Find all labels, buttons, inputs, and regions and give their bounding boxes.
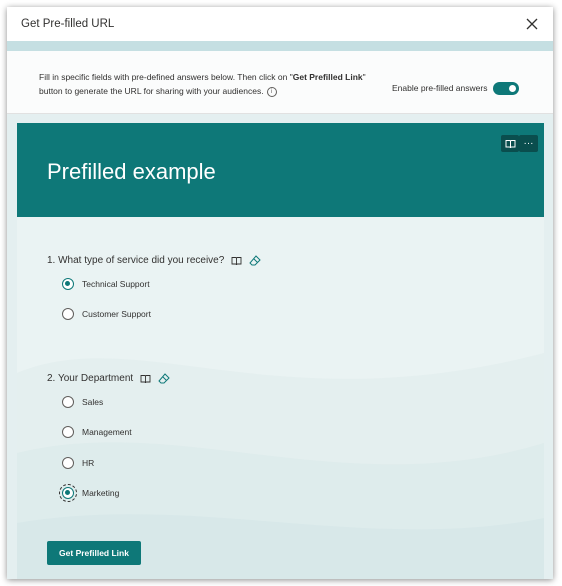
immersive-reader-button[interactable]	[501, 135, 519, 152]
option-label: Sales	[82, 397, 104, 407]
option-management[interactable]: Management	[62, 426, 132, 438]
form-banner: Prefilled example ···	[17, 123, 544, 217]
radio-management[interactable]	[62, 426, 74, 438]
option-label: Management	[82, 427, 132, 437]
question-2: 2. Your Department	[47, 373, 170, 384]
option-marketing[interactable]: Marketing	[59, 484, 120, 502]
form-title: Prefilled example	[47, 159, 216, 184]
prefilled-url-dialog: Get Pre-filled URL Fill in specific fiel…	[7, 7, 553, 579]
radio-sales[interactable]	[62, 396, 74, 408]
radio-customer-support[interactable]	[62, 308, 74, 320]
option-label: Technical Support	[82, 279, 150, 289]
question-1: 1. What type of service did you receive?	[47, 255, 262, 266]
more-options-icon: ···	[523, 137, 534, 149]
eraser-icon	[249, 255, 262, 266]
header-band	[7, 41, 553, 51]
option-label: Customer Support	[82, 309, 151, 319]
radio-technical-support[interactable]	[62, 278, 74, 290]
option-sales[interactable]: Sales	[62, 396, 103, 408]
option-technical-support[interactable]: Technical Support	[62, 278, 150, 290]
option-label: Marketing	[82, 488, 120, 498]
toggle-label: Enable pre-filled answers	[392, 83, 488, 93]
instructions-part1: Fill in specific fields with pre-defined…	[39, 72, 293, 82]
info-icon[interactable]: i	[266, 86, 277, 97]
dialog-header: Get Pre-filled URL	[7, 7, 553, 41]
instructions-bold: Get Prefilled Link	[292, 72, 363, 82]
close-icon	[526, 18, 538, 30]
prefill-toggle-group: Enable pre-filled answers	[392, 81, 520, 95]
eraser-icon	[158, 373, 170, 384]
question-1-label: 1. What type of service did you receive?	[47, 255, 225, 266]
question-1-clear-button[interactable]	[249, 255, 262, 266]
radio-hr[interactable]	[62, 457, 74, 469]
more-options-button[interactable]: ···	[519, 135, 538, 152]
immersive-reader-icon	[231, 256, 242, 265]
option-customer-support[interactable]: Customer Support	[62, 308, 151, 320]
close-button[interactable]	[525, 17, 539, 31]
option-label: HR	[82, 458, 95, 468]
question-2-reader-button[interactable]	[140, 374, 151, 384]
info-bar: Fill in specific fields with pre-defined…	[7, 51, 553, 114]
question-1-reader-button[interactable]	[231, 256, 242, 266]
immersive-reader-icon	[505, 139, 515, 148]
radio-marketing[interactable]	[59, 484, 77, 502]
question-2-label: 2. Your Department	[47, 373, 134, 384]
instructions-text: Fill in specific fields with pre-defined…	[39, 70, 369, 98]
prefill-toggle[interactable]	[493, 81, 520, 95]
dialog-body: Fill in specific fields with pre-defined…	[7, 41, 553, 579]
option-hr[interactable]: HR	[62, 457, 94, 469]
dialog-title: Get Pre-filled URL	[21, 18, 115, 30]
toggle-knob	[509, 84, 517, 92]
get-prefilled-link-button[interactable]: Get Prefilled Link	[47, 541, 141, 565]
question-2-clear-button[interactable]	[158, 373, 170, 384]
immersive-reader-icon	[140, 374, 151, 383]
form-preview: Prefilled example ··· 1. What type of se…	[17, 123, 544, 579]
